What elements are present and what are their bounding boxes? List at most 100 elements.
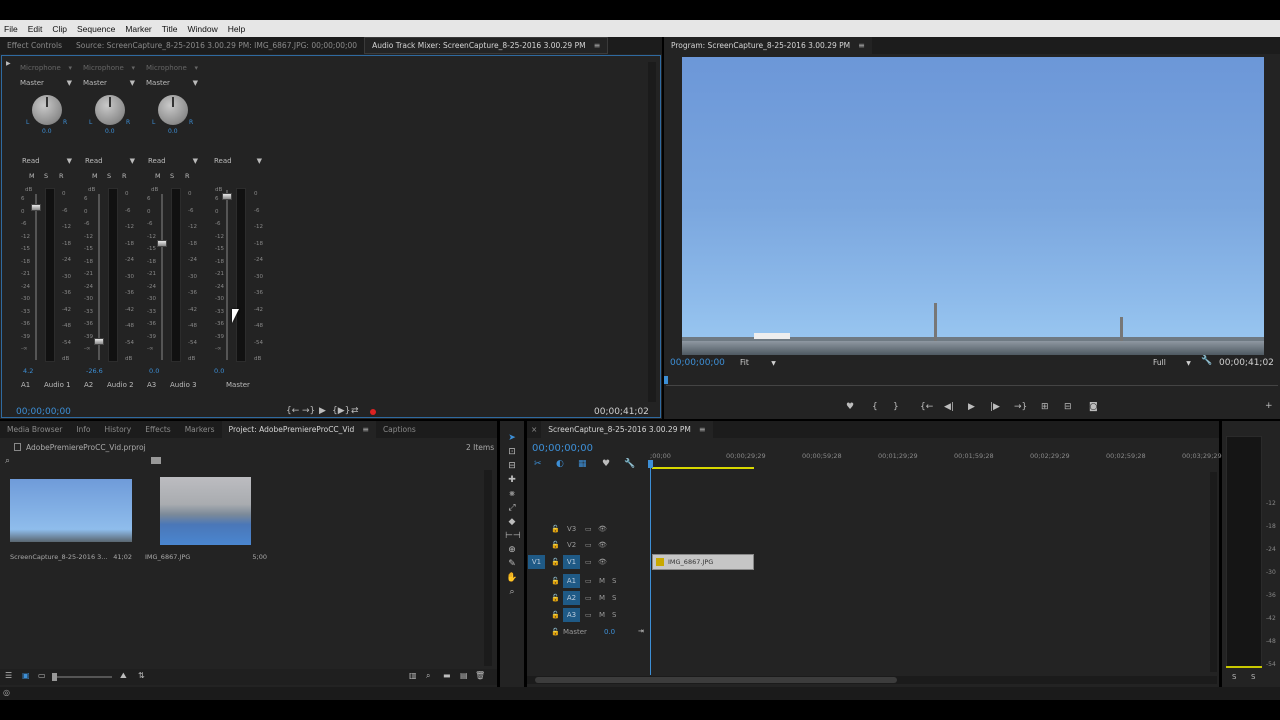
solo-left-button[interactable]: S — [1232, 673, 1236, 681]
step-back-icon[interactable]: ◀| — [944, 402, 954, 412]
lock-icon[interactable]: 🔓 — [551, 611, 560, 619]
extract-icon[interactable]: ⊟ — [1064, 402, 1072, 412]
solo-track-button[interactable]: S — [612, 594, 616, 602]
sort-icon[interactable]: ⛰ — [120, 671, 127, 681]
icon-view-icon[interactable]: ▣ — [22, 671, 30, 680]
go-to-out-icon[interactable]: →} — [302, 406, 315, 416]
master-track-value[interactable]: 0.0 — [604, 628, 615, 636]
output-select[interactable]: Master ▼ — [144, 77, 200, 89]
track-label-video[interactable]: V3 — [567, 525, 576, 533]
mute-button[interactable]: M — [155, 172, 161, 180]
volume-fader[interactable] — [31, 204, 41, 211]
toggle-sync-icon[interactable]: ▭ — [585, 577, 592, 585]
linked-selection-icon[interactable]: ◐ — [556, 459, 564, 469]
track-label-video[interactable]: V2 — [567, 541, 576, 549]
master-automation-select[interactable]: Read ▼ — [212, 155, 264, 167]
tab-source[interactable]: Source: ScreenCapture_8-25-2016 3.00.29 … — [69, 37, 364, 54]
project-item[interactable]: IMG_6867.JPG 5;00 — [145, 477, 267, 563]
snap-icon[interactable]: ✂ — [534, 459, 542, 469]
mute-button[interactable]: M — [92, 172, 98, 180]
toggle-sync-icon[interactable]: ▭ — [585, 541, 592, 549]
record-arm-button[interactable]: R — [122, 172, 127, 180]
volume-value[interactable]: -26.6 — [86, 367, 103, 375]
tab-info[interactable]: Info — [69, 421, 97, 438]
toggle-sync-icon[interactable]: ▭ — [585, 594, 592, 602]
tab-effects[interactable]: Effects — [138, 421, 178, 438]
timeline-scroll-thumb[interactable] — [535, 677, 897, 683]
solo-button[interactable]: S — [107, 172, 111, 180]
lock-icon[interactable]: 🔓 — [551, 577, 560, 585]
input-select[interactable]: Microphone ▾ — [144, 62, 200, 74]
lock-icon[interactable]: 🔓 — [551, 558, 560, 566]
automation-select[interactable]: Read ▼ — [146, 155, 200, 167]
solo-right-button[interactable]: S — [1251, 673, 1255, 681]
mute-track-button[interactable]: M — [599, 577, 605, 585]
go-to-out-icon[interactable]: →} — [1014, 402, 1027, 412]
program-video-frame[interactable] — [682, 57, 1264, 355]
mixer-timecode-in[interactable]: 00;00;00;00 — [16, 407, 71, 417]
pan-knob[interactable] — [95, 95, 125, 125]
tab-close-icon[interactable]: × — [527, 421, 541, 438]
timeline-playhead[interactable] — [650, 460, 651, 675]
record-icon[interactable] — [370, 409, 376, 415]
mark-out-icon[interactable]: } — [893, 402, 899, 412]
find-icon[interactable]: ⌕ — [426, 671, 430, 681]
volume-value[interactable]: 4.2 — [23, 367, 33, 375]
playhead-marker[interactable] — [664, 376, 668, 384]
zoom-tool-icon[interactable]: ⌕ — [505, 587, 519, 599]
menu-help[interactable]: Help — [228, 24, 245, 34]
solo-track-button[interactable]: S — [612, 577, 616, 585]
menu-marker[interactable]: Marker — [125, 24, 151, 34]
solo-button[interactable]: S — [170, 172, 174, 180]
track-label-audio[interactable]: A2 — [563, 591, 580, 605]
pan-value[interactable]: 0.0 — [42, 128, 52, 135]
track-select-tool-icon[interactable]: ⊡ — [505, 447, 519, 459]
tab-history[interactable]: History — [98, 421, 139, 438]
loop-icon[interactable]: ⇄ — [351, 406, 359, 416]
sequence-menu-icon[interactable]: ≡ — [699, 425, 706, 434]
mute-button[interactable]: M — [29, 172, 35, 180]
sort-order-icon[interactable]: ⇅ — [138, 671, 145, 680]
play-icon[interactable]: ▶ — [968, 402, 975, 412]
toggle-sync-icon[interactable]: ▭ — [585, 558, 592, 566]
play-in-to-out-icon[interactable]: {▶} — [332, 406, 350, 416]
automation-select[interactable]: Read ▼ — [20, 155, 74, 167]
new-bin-icon[interactable]: ▬ — [443, 671, 451, 680]
razor-tool-icon[interactable]: ◆ — [505, 517, 519, 529]
slide-tool-icon[interactable]: ⊕ — [505, 545, 519, 557]
pan-knob[interactable] — [158, 95, 188, 125]
output-select[interactable]: Master ▼ — [18, 77, 74, 89]
eye-icon[interactable]: 👁 — [598, 558, 607, 566]
project-item[interactable]: ScreenCapture_8-25-2016 3... 41;02 — [10, 479, 132, 563]
freeform-view-icon[interactable]: ▭ — [38, 671, 46, 680]
tab-audio-track-mixer[interactable]: Audio Track Mixer: ScreenCapture_8-25-20… — [364, 37, 609, 54]
mark-in-icon[interactable]: { — [872, 402, 878, 412]
pen-tool-icon[interactable]: ✎ — [505, 559, 519, 571]
work-area-bar[interactable] — [652, 467, 754, 469]
add-marker-icon[interactable]: ♥ — [602, 459, 610, 469]
lock-icon[interactable]: 🔓 — [551, 594, 560, 602]
mixer-scrollbar[interactable] — [648, 62, 656, 402]
volume-fader[interactable] — [157, 240, 167, 247]
new-bin-icon[interactable] — [151, 457, 161, 464]
input-select[interactable]: Microphone ▾ — [81, 62, 137, 74]
mute-track-button[interactable]: M — [599, 594, 605, 602]
add-button-icon[interactable]: + — [1265, 401, 1273, 411]
pan-knob[interactable] — [32, 95, 62, 125]
menu-file[interactable]: File — [4, 24, 18, 34]
automation-select[interactable]: Read ▼ — [83, 155, 137, 167]
record-arm-button[interactable]: R — [185, 172, 190, 180]
master-volume-fader[interactable] — [222, 193, 232, 200]
timeline-clip[interactable]: IMG_6867.JPG — [652, 554, 754, 570]
add-marker-icon[interactable]: ♥ — [846, 402, 854, 412]
program-timecode[interactable]: 00;00;00;00 — [670, 358, 725, 368]
toggle-sync-icon[interactable]: ▭ — [585, 525, 592, 533]
record-arm-button[interactable]: R — [59, 172, 64, 180]
rolling-edit-tool-icon[interactable]: ⨳ — [505, 489, 519, 501]
menu-clip[interactable]: Clip — [52, 24, 67, 34]
automate-icon[interactable]: ▥ — [409, 671, 417, 680]
lift-icon[interactable]: ⊞ — [1041, 402, 1049, 412]
list-view-icon[interactable]: ☰ — [5, 671, 12, 680]
track-label-audio[interactable]: A3 — [563, 608, 580, 622]
nest-icon[interactable]: ▦ — [578, 459, 587, 469]
